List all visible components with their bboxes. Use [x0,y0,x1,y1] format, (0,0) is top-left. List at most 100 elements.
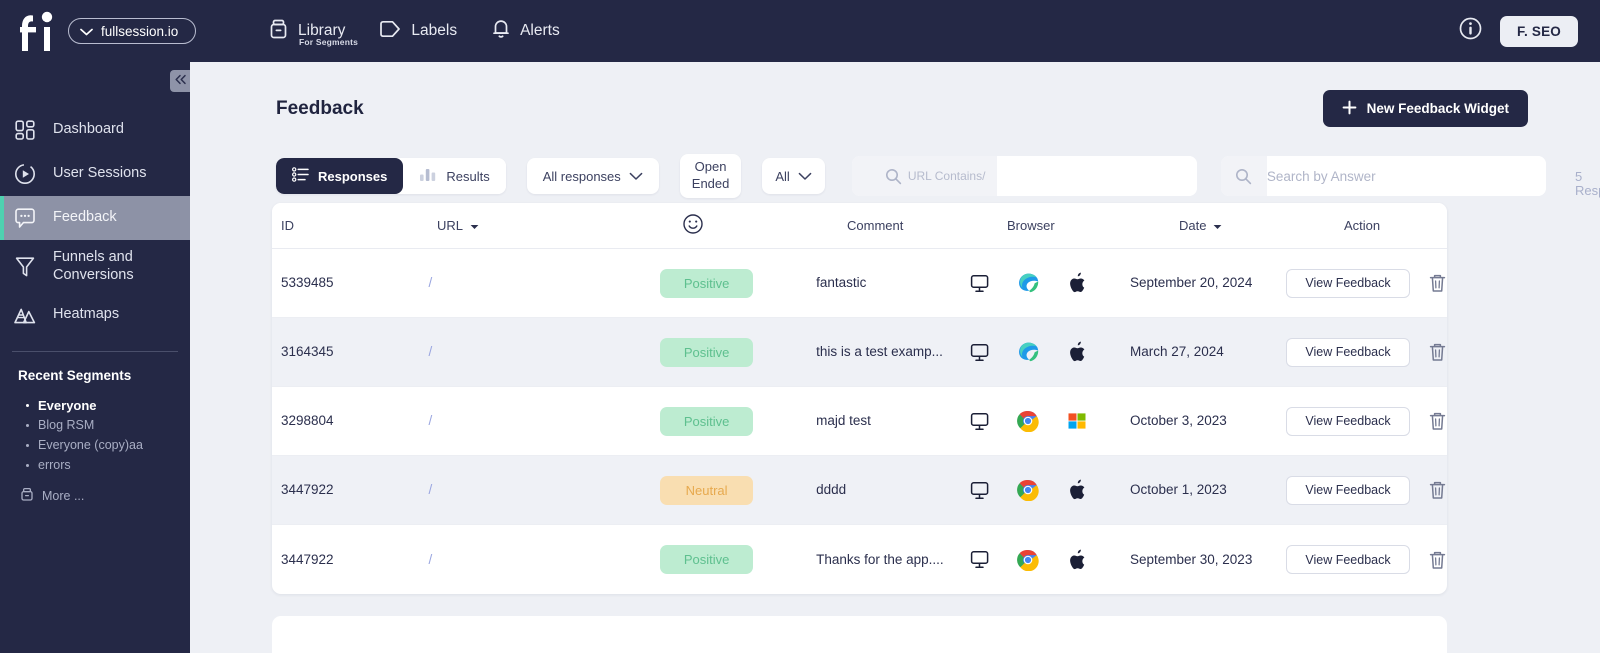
table-row[interactable]: 3164345 / Positive this is a test examp.… [272,318,1447,387]
cell-comment: majd test [816,413,871,428]
status-badge: Positive [660,337,754,367]
view-feedback-button[interactable]: View Feedback [1285,406,1410,436]
column-header-browser: Browser [1007,218,1055,233]
cell-id: 3298804 [281,413,334,428]
search-icon [851,156,908,196]
cell-id: 3447922 [281,551,334,567]
filter-all-responses-label: All responses [542,168,621,184]
plus-icon [1342,100,1357,118]
filter-open-ended-button[interactable]: Open Ended [679,154,742,198]
sidebar-item-dashboard[interactable]: Dashboard [0,108,190,152]
account-button[interactable]: F. SEO [1500,15,1578,47]
cell-comment: this is a test examp... [816,344,943,359]
view-feedback-button[interactable]: View Feedback [1285,337,1410,367]
tab-results[interactable]: Results [403,158,506,194]
desktop-monitor-icon [967,271,991,295]
segment-item-everyone-copy-aa[interactable]: Everyone (copy)aa [0,435,190,455]
bullet-icon [26,463,29,467]
answer-search-field[interactable] [1220,156,1546,196]
cell-url-link[interactable]: / [428,275,432,290]
column-header-url[interactable]: URL [437,218,682,233]
apple-icon [1065,271,1089,295]
segment-item-errors[interactable]: errors [0,455,190,475]
bar-chart-icon [419,167,437,185]
response-count: 5 Responses [1575,169,1600,199]
trash-icon[interactable] [1428,480,1447,500]
org-selector[interactable]: fullsession.io [68,18,196,44]
segment-item-blog-rsm[interactable]: Blog RSM [0,415,190,435]
info-circle-icon[interactable] [1458,16,1483,46]
desktop-monitor-icon [967,340,991,364]
caret-down-icon [1213,218,1222,233]
column-header-action: Action [1344,218,1381,233]
trash-icon[interactable] [1428,411,1447,431]
dashboard-grid-icon [12,117,38,143]
chevron-double-left-icon [174,72,187,90]
filter-all-dropdown[interactable]: All [762,158,825,194]
trash-icon[interactable] [1428,550,1447,570]
segment-item-everyone[interactable]: Everyone [0,395,190,415]
url-search-input[interactable] [997,156,1197,196]
feedback-table: ID URL Comment Browser Date Action 53394… [272,203,1447,594]
segments-more-button[interactable]: More ... [0,487,190,505]
status-badge: Positive [660,406,754,436]
topnav-label-labels: Labels [411,22,458,40]
page-header: Feedback New Feedback Widget [190,62,1600,127]
url-search-field[interactable]: URL Contains/ [851,156,1197,196]
recent-segments-list: Everyone Blog RSM Everyone (copy)aa erro… [0,395,190,475]
topnav-label-alerts: Alerts [520,22,560,40]
trash-icon[interactable] [1428,342,1447,362]
new-feedback-widget-button[interactable]: New Feedback Widget [1322,90,1528,127]
segment-label: Everyone (copy)aa [38,438,143,452]
chrome-browser-icon [1016,548,1040,572]
sidebar-item-feedback[interactable]: Feedback [0,196,190,240]
status-badge: Positive [660,545,754,574]
org-name: fullsession.io [101,23,179,39]
segment-label: Everyone [38,397,97,413]
topnav-item-library[interactable]: Library For Segments [268,10,358,52]
view-feedback-button[interactable]: View Feedback [1285,545,1410,574]
cell-comment: Thanks for the app.... [816,551,944,567]
cell-url-link[interactable]: / [428,413,432,428]
cell-browsers [967,271,1130,295]
cell-url-link[interactable]: / [428,552,432,567]
topnav-item-labels[interactable]: Labels [379,10,457,52]
topnav-sublabel-library: For Segments [299,37,359,47]
topnav-item-alerts[interactable]: Alerts [491,10,560,52]
view-feedback-button[interactable]: View Feedback [1285,268,1410,298]
column-header-date[interactable]: Date [1179,218,1344,233]
sidebar-item-funnels-and-conversions[interactable]: Funnels and Conversions [0,240,190,293]
table-row[interactable]: 3447922 / Neutral dddd October 1, 2023 V… [272,456,1447,525]
cell-url-link[interactable]: / [428,482,432,497]
sidebar-collapse-button[interactable] [170,70,190,92]
status-badge: Positive [660,268,754,298]
filter-all-responses-dropdown[interactable]: All responses [526,158,659,194]
desktop-monitor-icon [967,548,991,572]
cell-date: September 30, 2023 [1129,551,1253,567]
fullsession-logo[interactable] [14,8,58,54]
apple-icon [1065,340,1089,364]
column-header-comment: Comment [847,218,904,233]
view-feedback-button[interactable]: View Feedback [1285,475,1410,505]
segments-more-label: More ... [42,489,85,503]
windows-icon [1065,409,1089,433]
sidebar-item-heatmaps[interactable]: Heatmaps [0,293,190,337]
table-row[interactable]: 3447922 / Positive Thanks for the app...… [272,525,1447,594]
table-row[interactable]: 3298804 / Positive majd test October 3, … [272,387,1447,456]
heatmap-mountain-icon [12,302,38,328]
sidebar-item-user-sessions[interactable]: User Sessions [0,152,190,196]
cell-browsers [967,478,1130,502]
cell-url-link[interactable]: / [428,344,432,359]
sidebar: Dashboard User Sessions Feedback Funnels… [0,62,190,653]
answer-search-input[interactable] [1266,156,1546,196]
top-bar: fullsession.io Library For Segments Labe… [0,0,1600,62]
funnel-icon [12,254,38,280]
chat-bubble-icon [12,205,38,231]
segment-label: Blog RSM [38,418,95,432]
sidebar-divider [12,351,178,352]
chevron-down-icon [798,169,812,184]
table-row[interactable]: 5339485 / Positive fantastic September 2… [272,249,1447,318]
trash-icon[interactable] [1428,273,1447,293]
tab-responses[interactable]: Responses [276,158,404,194]
play-circle-icon [12,161,38,187]
